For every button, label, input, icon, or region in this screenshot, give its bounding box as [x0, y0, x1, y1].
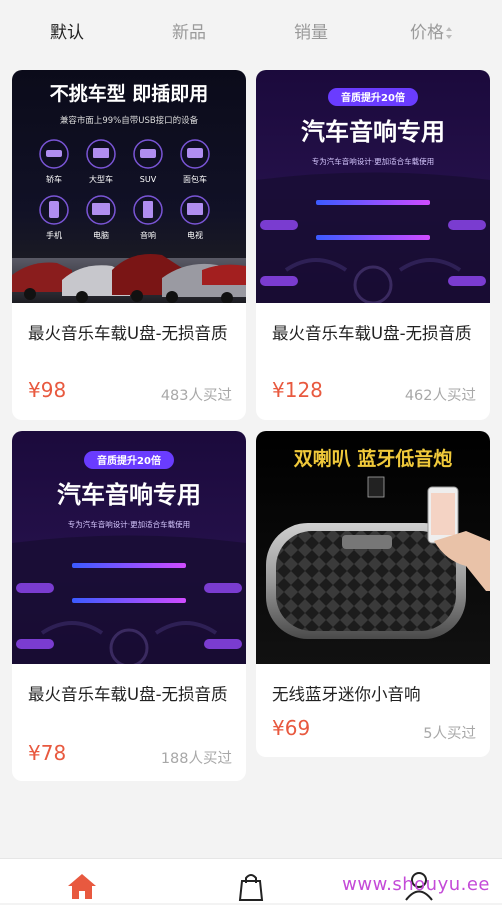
product-image: 不挑车型 即插即用 兼容市面上99%自带USB接口的设备 轿车 大型车 SUV: [12, 70, 246, 303]
product-card[interactable]: 音质提升20倍 汽车音响专用 专为汽车音响设计·更加适合车载使用 最火音乐车载U…: [256, 70, 490, 420]
product-price: ¥78: [28, 741, 67, 765]
watermark-text: www.shouyu.ee: [342, 874, 490, 895]
image-subline: 专为汽车音响设计·更加适合车载使用: [68, 519, 190, 529]
image-badge: 音质提升20倍: [97, 454, 161, 467]
sort-tab-price[interactable]: 价格: [410, 20, 453, 46]
sort-tab-label: 新品: [172, 23, 206, 43]
image-subline: 兼容市面上99%自带USB接口的设备: [60, 115, 199, 126]
product-price: ¥69: [272, 716, 311, 740]
sort-tab-label: 价格: [410, 23, 444, 43]
tab-home[interactable]: [66, 871, 98, 903]
product-sold-count: 188人买过: [160, 751, 232, 767]
sort-tab-new[interactable]: 新品: [172, 20, 206, 46]
product-sold-count: 462人买过: [404, 388, 476, 404]
product-card[interactable]: 音质提升20倍 汽车音响专用 专为汽车音响设计·更加适合车载使用 最火音乐车载U…: [12, 431, 246, 781]
image-subline: 专为汽车音响设计·更加适合车载使用: [312, 156, 434, 166]
sort-bar: 默认 新品 销量 价格: [0, 0, 502, 64]
product-price: ¥98: [28, 378, 67, 402]
icon-label: 音响: [140, 230, 156, 240]
product-title: 最火音乐车载U盘-无损音质: [272, 324, 472, 343]
bag-icon: [238, 874, 264, 901]
dashboard-illustration: [256, 172, 490, 303]
dashboard-illustration: [12, 535, 246, 664]
icon-label: 手机: [46, 230, 62, 240]
sort-tab-label: 默认: [50, 23, 84, 43]
image-headline: 双喇叭 蓝牙低音炮: [294, 447, 453, 470]
image-headline: 不挑车型 即插即用: [50, 82, 209, 105]
icon-label: 电脑: [93, 230, 109, 240]
cars-illustration: [12, 254, 246, 303]
icon-label: SUV: [140, 175, 157, 184]
product-title: 最火音乐车载U盘-无损音质: [28, 324, 228, 343]
icon-label: 轿车: [46, 174, 62, 184]
product-card[interactable]: 不挑车型 即插即用 兼容市面上99%自带USB接口的设备 轿车 大型车 SUV: [12, 70, 246, 420]
product-title: 无线蓝牙迷你小音响: [272, 685, 421, 704]
sort-arrows-icon: [446, 26, 453, 40]
tab-cart[interactable]: [236, 871, 268, 903]
product-sold-count: 5人买过: [423, 726, 476, 742]
sort-tab-sales[interactable]: 销量: [294, 20, 328, 46]
icon-label: 面包车: [183, 174, 207, 184]
sort-tab-default[interactable]: 默认: [50, 20, 84, 46]
product-image: 音质提升20倍 汽车音响专用 专为汽车音响设计·更加适合车载使用: [256, 70, 490, 303]
product-price: ¥128: [272, 378, 323, 402]
icon-label: 大型车: [89, 174, 113, 184]
product-image: 双喇叭 蓝牙低音炮: [256, 431, 490, 664]
product-title: 最火音乐车载U盘-无损音质: [28, 685, 228, 704]
product-sold-count: 483人买过: [160, 388, 232, 404]
image-badge: 音质提升20倍: [341, 91, 405, 104]
product-image: 音质提升20倍 汽车音响专用 专为汽车音响设计·更加适合车载使用: [12, 431, 246, 664]
sort-tab-label: 销量: [294, 23, 328, 43]
home-icon: [68, 874, 96, 899]
image-headline: 汽车音响专用: [301, 118, 445, 146]
image-headline: 汽车音响专用: [57, 481, 201, 509]
icon-label: 电视: [187, 230, 203, 240]
product-card[interactable]: 双喇叭 蓝牙低音炮 无线蓝牙迷你小音响 ¥69 5人买过: [256, 431, 490, 757]
